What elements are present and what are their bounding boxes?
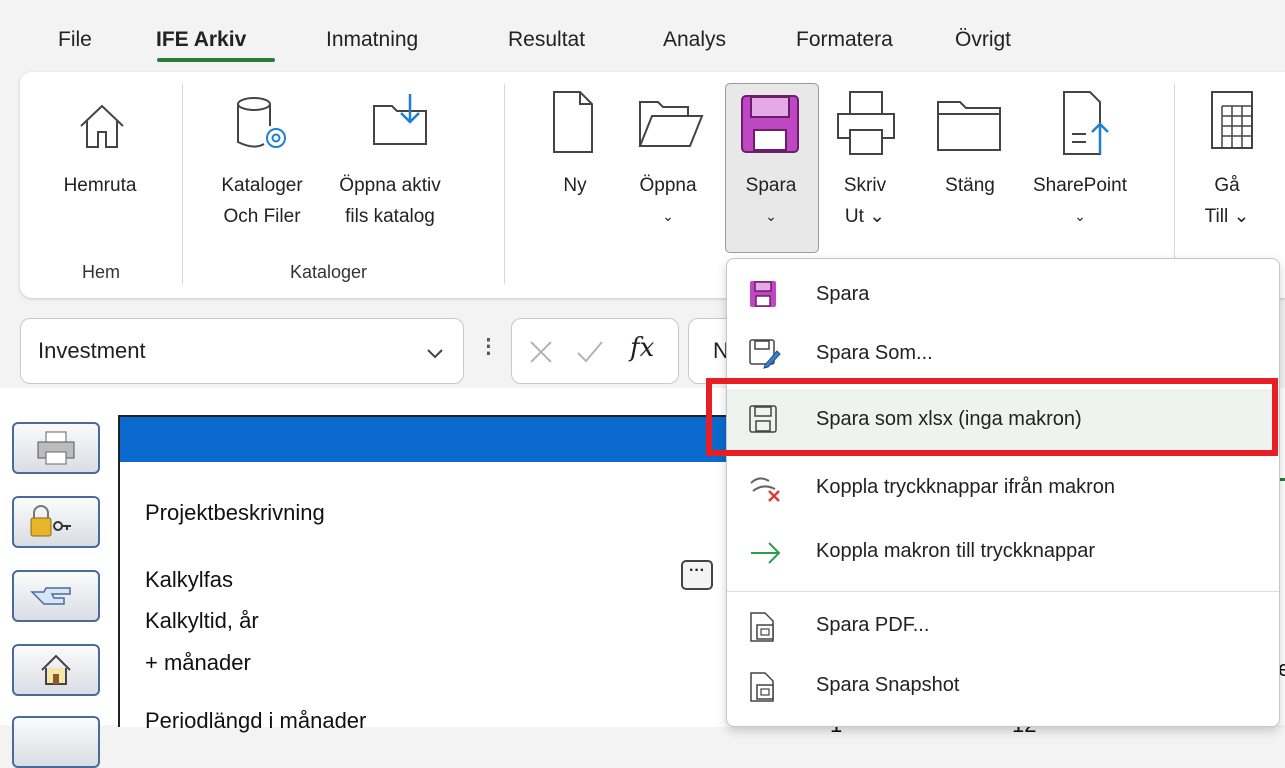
- menu-item-spara-som[interactable]: Spara Som...: [727, 323, 1279, 385]
- menu-item-label: Spara Som...: [816, 342, 933, 364]
- hemruta-button[interactable]: Hemruta: [50, 72, 150, 252]
- spara-button[interactable]: Spara ⌄: [725, 83, 817, 251]
- arrow-right-icon: [751, 542, 781, 564]
- sharepoint-upload-icon: [1063, 91, 1109, 155]
- name-box[interactable]: Investment: [20, 318, 464, 384]
- oppna-aktiv-button[interactable]: Öppna aktiv fils katalog: [320, 72, 460, 252]
- side-button-partial[interactable]: [12, 716, 100, 768]
- spreadsheet-icon: [1211, 91, 1253, 149]
- formula-bar-divider: ⁝: [484, 331, 493, 362]
- active-tab-indicator: [157, 58, 275, 62]
- label-manader: + månader: [145, 650, 251, 675]
- ga-till-button[interactable]: Gå Till ⌄: [1192, 72, 1262, 252]
- menu-separator: [727, 591, 1279, 592]
- print-sheet-button[interactable]: [12, 422, 100, 474]
- menu-item-label: Spara PDF...: [816, 614, 930, 636]
- menu-item-label: Spara Snapshot: [816, 674, 960, 696]
- tab-ife-arkiv[interactable]: IFE Arkiv: [156, 28, 246, 52]
- tab-formatera[interactable]: Formatera: [796, 28, 893, 52]
- save-icon: [741, 95, 799, 153]
- kataloger-button[interactable]: Kataloger Och Filer: [202, 72, 322, 252]
- skriv-ut-button[interactable]: Skriv Ut ⌄: [830, 72, 900, 252]
- skriv-label-2: Ut ⌄: [844, 206, 886, 227]
- snapshot-icon: [750, 672, 774, 702]
- oppna-label: Öppna: [639, 175, 697, 196]
- new-document-icon: [553, 91, 593, 153]
- ga-label-1: Gå: [1214, 175, 1240, 196]
- enter-check-icon[interactable]: [576, 339, 604, 365]
- folder-arrow-icon: [373, 94, 427, 145]
- sharepoint-button[interactable]: SharePoint ⌄: [1020, 72, 1140, 252]
- lock-key-icon: [30, 505, 71, 537]
- database-gear-icon: [237, 97, 286, 148]
- chevron-down-icon: ⌄: [662, 208, 674, 224]
- insert-function-icon[interactable]: fx: [630, 333, 654, 363]
- ribbon-tabs: File IFE Arkiv Inmatning Resultat Analys…: [0, 0, 1285, 70]
- menu-item-spara-snapshot[interactable]: Spara Snapshot: [727, 655, 1279, 717]
- skriv-label-1: Skriv: [843, 175, 887, 196]
- oppna-button[interactable]: Öppna ⌄: [628, 72, 708, 252]
- menu-item-label: Koppla tryckknappar ifrån makron: [816, 476, 1116, 498]
- menu-item-spara[interactable]: Spara: [727, 264, 1279, 326]
- save-icon: [750, 281, 776, 307]
- kataloger-label-1: Kataloger: [221, 175, 303, 196]
- printer-icon: [37, 431, 75, 465]
- printer-icon: [837, 91, 895, 155]
- lock-key-button[interactable]: [12, 496, 100, 548]
- home-sheet-button[interactable]: [12, 644, 100, 696]
- label-periodlangd: Periodlängd i månader: [145, 708, 367, 733]
- highlight-annotation-box: [706, 378, 1278, 456]
- label-kalkyltid: Kalkyltid, år: [145, 608, 259, 633]
- menu-item-koppla-till[interactable]: Koppla makron till tryckknappar: [727, 521, 1279, 583]
- chevron-down-icon: ⌄: [765, 208, 777, 224]
- chevron-down-icon[interactable]: [425, 343, 445, 363]
- open-folder-icon: [638, 101, 704, 147]
- tab-analys[interactable]: Analys: [663, 28, 726, 52]
- hand-pointer-icon: [30, 587, 71, 605]
- save-as-icon: [749, 339, 781, 369]
- spara-label: Spara: [745, 175, 797, 196]
- oppna-aktiv-label-2: fils katalog: [345, 206, 435, 227]
- label-kalkylfas: Kalkylfas: [145, 567, 234, 592]
- stang-label: Stäng: [945, 175, 995, 196]
- formula-controls: fx: [511, 318, 679, 384]
- group-label-kataloger: Kataloger: [290, 262, 368, 282]
- menu-item-spara-pdf[interactable]: Spara PDF...: [727, 595, 1279, 657]
- folder-icon: [937, 101, 1001, 151]
- stang-button[interactable]: Stäng: [930, 72, 1010, 252]
- hemruta-label: Hemruta: [63, 175, 137, 196]
- more-options-button[interactable]: ···: [681, 560, 713, 590]
- home-icon: [80, 104, 124, 148]
- group-label-hem: Hem: [82, 262, 121, 282]
- unlink-icon: [750, 477, 780, 502]
- ribbon-separator: [182, 84, 183, 284]
- ga-label-2: Till ⌄: [1204, 206, 1250, 227]
- kataloger-label-2: Och Filer: [223, 206, 301, 227]
- panel-header-bar: [120, 417, 740, 462]
- sharepoint-label: SharePoint: [1032, 175, 1127, 196]
- menu-item-koppla-fran[interactable]: Koppla tryckknappar ifrån makron: [727, 457, 1279, 519]
- pdf-icon: [750, 612, 774, 642]
- menu-item-label: Koppla makron till tryckknappar: [816, 540, 1096, 562]
- home-icon: [41, 654, 71, 685]
- menu-item-label: Spara: [816, 283, 870, 305]
- spara-dropdown-menu: Spara Spara Som... Spara som xlsx (inga …: [726, 258, 1280, 727]
- label-projektbeskrivning: Projektbeskrivning: [145, 500, 325, 525]
- chevron-down-icon: ⌄: [1074, 208, 1086, 224]
- cancel-icon[interactable]: [528, 339, 554, 365]
- name-box-value: Investment: [38, 338, 146, 363]
- tab-inmatning[interactable]: Inmatning: [326, 28, 418, 52]
- tab-resultat[interactable]: Resultat: [508, 28, 585, 52]
- ribbon-separator: [504, 84, 505, 284]
- ribbon-separator: [1174, 84, 1175, 284]
- ny-label: Ny: [563, 175, 587, 196]
- oppna-aktiv-label-1: Öppna aktiv: [339, 175, 441, 196]
- ny-button[interactable]: Ny: [540, 72, 610, 252]
- hand-pointer-button[interactable]: [12, 570, 100, 622]
- tab-ovrigt[interactable]: Övrigt: [955, 28, 1011, 52]
- tab-file[interactable]: File: [58, 28, 92, 52]
